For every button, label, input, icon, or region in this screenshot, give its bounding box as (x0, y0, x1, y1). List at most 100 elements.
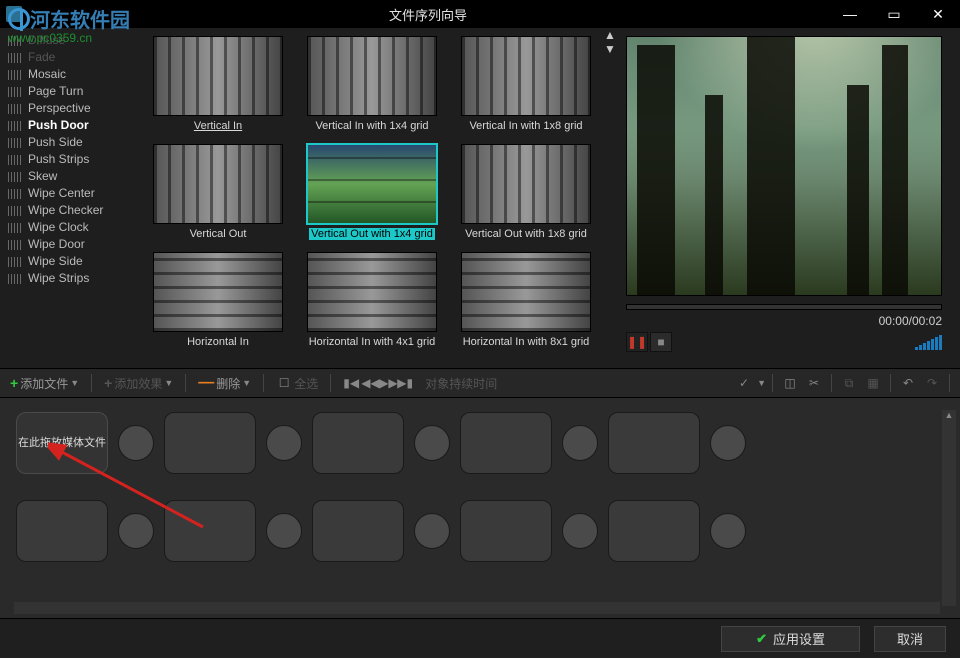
transition-slot[interactable] (266, 425, 302, 461)
transition-slot[interactable] (118, 513, 154, 549)
clip-slot[interactable] (164, 412, 256, 474)
transition-slot[interactable] (710, 425, 746, 461)
separator (949, 374, 950, 392)
transition-slot[interactable] (562, 513, 598, 549)
apply-button[interactable]: ✔应用设置 (721, 626, 860, 652)
caret-down-icon: ▼ (757, 378, 766, 388)
sidebar-item[interactable]: Push Door (0, 117, 140, 134)
stop-button[interactable]: ■ (650, 332, 672, 352)
gallery-label: Horizontal In with 4x1 grid (309, 336, 436, 348)
sidebar-item[interactable]: Wipe Checker (0, 202, 140, 219)
gallery-item[interactable]: Vertical Out (144, 144, 292, 240)
next-icon[interactable]: ▶▶ (379, 376, 395, 390)
redo-icon[interactable]: ↷ (921, 376, 943, 390)
gallery-thumb (307, 144, 437, 224)
sidebar-item[interactable]: Wipe Clock (0, 219, 140, 236)
transition-slot[interactable] (710, 513, 746, 549)
transition-slot[interactable] (266, 513, 302, 549)
sidebar-item-label: Wipe Clock (28, 220, 89, 235)
scroll-up-icon[interactable]: ▲ (604, 28, 620, 42)
sidebar-item[interactable]: Push Strips (0, 151, 140, 168)
separator (772, 374, 773, 392)
clip-slot[interactable] (312, 412, 404, 474)
gallery-scrollbar[interactable]: ▲ ▼ (604, 28, 620, 368)
add-effect-label: 添加效果 (114, 375, 162, 392)
sidebar-item[interactable]: Push Side (0, 134, 140, 151)
footer: ✔应用设置 取消 (0, 618, 960, 658)
transition-slot[interactable] (562, 425, 598, 461)
crop-icon[interactable]: ◫ (779, 376, 801, 390)
copy-icon[interactable]: ⧉ (838, 376, 860, 391)
bars-icon (8, 36, 22, 46)
gallery-item[interactable]: Vertical In with 1x8 grid (452, 36, 600, 132)
maximize-button[interactable]: ▭ (872, 0, 916, 28)
transition-slot[interactable] (414, 425, 450, 461)
gallery-thumb (307, 252, 437, 332)
gallery-item[interactable]: Vertical Out with 1x4 grid (298, 144, 446, 240)
clip-slot[interactable] (608, 412, 700, 474)
gallery-item[interactable]: Vertical In with 1x4 grid (298, 36, 446, 132)
gallery-item[interactable]: Horizontal In with 4x1 grid (298, 252, 446, 348)
minimize-button[interactable]: — (828, 0, 872, 28)
volume-icon[interactable] (915, 335, 942, 350)
effects-sidebar: DiffuseFadeMosaicPage TurnPerspectivePus… (0, 28, 140, 368)
select-all-button[interactable]: ☐全选 (272, 375, 322, 392)
scroll-down-icon[interactable]: ▼ (604, 42, 620, 56)
toolbar: +添加文件▼ +添加效果▼ —删除▼ ☐全选 ▮◀ ◀◀ ▶▶ ▶▮ 对象持续时… (0, 368, 960, 398)
sidebar-item[interactable]: Wipe Strips (0, 270, 140, 287)
separator (185, 374, 186, 392)
clip-slot[interactable] (460, 412, 552, 474)
clip-slot[interactable] (312, 500, 404, 562)
sidebar-item-label: Wipe Door (28, 237, 85, 252)
pause-button[interactable]: ❚❚ (626, 332, 648, 352)
main-area: DiffuseFadeMosaicPage TurnPerspectivePus… (0, 28, 960, 368)
caret-down-icon: ▼ (70, 378, 79, 388)
drop-placeholder[interactable]: 在此拖放媒体文件 (16, 412, 108, 474)
gallery-item[interactable]: Horizontal In with 8x1 grid (452, 252, 600, 348)
clips-hscroll[interactable] (14, 602, 940, 614)
gallery-item[interactable]: Vertical In (144, 36, 292, 132)
clip-slot[interactable] (608, 500, 700, 562)
gallery-item[interactable]: Horizontal In (144, 252, 292, 348)
clip-slot[interactable] (460, 500, 552, 562)
sidebar-item[interactable]: Skew (0, 168, 140, 185)
undo-icon[interactable]: ↶ (897, 376, 919, 390)
clips-vscroll[interactable]: ▲ (942, 410, 956, 606)
clip-slot[interactable] (16, 500, 108, 562)
bars-icon (8, 104, 22, 114)
transition-slot[interactable] (414, 513, 450, 549)
cut-icon[interactable]: ✂ (803, 376, 825, 390)
check-icon: ✔ (756, 631, 767, 647)
first-icon[interactable]: ▮◀ (343, 376, 359, 390)
last-icon[interactable]: ▶▮ (397, 376, 413, 390)
gallery-label: Vertical In with 1x4 grid (315, 120, 428, 132)
check-icon[interactable]: ✓ (733, 376, 755, 390)
sidebar-item[interactable]: Page Turn (0, 83, 140, 100)
add-file-button[interactable]: +添加文件▼ (6, 375, 83, 392)
bars-icon (8, 172, 22, 182)
clips-row: 在此拖放媒体文件 (16, 412, 944, 474)
prev-icon[interactable]: ◀◀ (361, 376, 377, 390)
transition-slot[interactable] (118, 425, 154, 461)
sidebar-item[interactable]: Wipe Door (0, 236, 140, 253)
duration-label: 对象持续时间 (421, 375, 501, 392)
sidebar-item[interactable]: Fade (0, 49, 140, 66)
cancel-button[interactable]: 取消 (874, 626, 946, 652)
sidebar-item[interactable]: Wipe Side (0, 253, 140, 270)
progress-bar[interactable] (626, 304, 942, 310)
sidebar-item[interactable]: Perspective (0, 100, 140, 117)
window-title: 文件序列向导 (28, 5, 828, 24)
clip-slot[interactable] (164, 500, 256, 562)
add-effect-button[interactable]: +添加效果▼ (100, 375, 177, 392)
preview-view[interactable] (626, 36, 942, 296)
sidebar-item[interactable]: Wipe Center (0, 185, 140, 202)
close-button[interactable]: ✕ (916, 0, 960, 28)
sidebar-item[interactable]: Diffuse (0, 32, 140, 49)
minus-icon: — (198, 374, 214, 392)
gallery-item[interactable]: Vertical Out with 1x8 grid (452, 144, 600, 240)
sidebar-item[interactable]: Mosaic (0, 66, 140, 83)
delete-button[interactable]: —删除▼ (194, 374, 255, 392)
preview-controls: ❚❚ ■ (626, 332, 942, 352)
paste-icon[interactable]: ▦ (862, 376, 884, 390)
bars-icon (8, 223, 22, 233)
